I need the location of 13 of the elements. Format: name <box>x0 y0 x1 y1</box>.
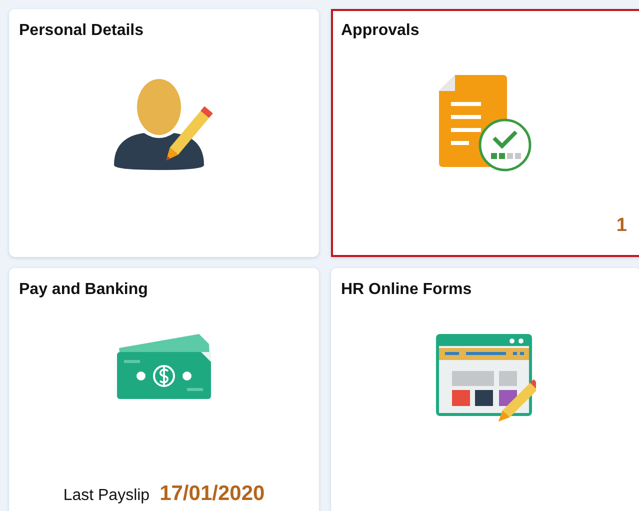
payslip-label: Last Payslip <box>63 487 150 505</box>
document-check-icon <box>439 75 533 173</box>
pending-count: 1 <box>616 215 627 237</box>
tile-title: HR Online Forms <box>340 280 473 299</box>
tile[interactable]: HR Online Forms <box>331 268 639 511</box>
tile[interactable]: Approvals 1 <box>331 9 639 257</box>
tile-title: Approvals <box>340 21 420 40</box>
payslip-date: 17/01/2020 <box>160 482 265 506</box>
tile-title: Pay and Banking <box>18 280 149 299</box>
tile-title: Personal Details <box>18 21 144 40</box>
tile[interactable]: Personal Details <box>9 9 319 257</box>
banknote-icon <box>115 334 213 400</box>
tile[interactable]: Pay and Banking Last Payslip 17/01/2020 <box>9 268 319 511</box>
